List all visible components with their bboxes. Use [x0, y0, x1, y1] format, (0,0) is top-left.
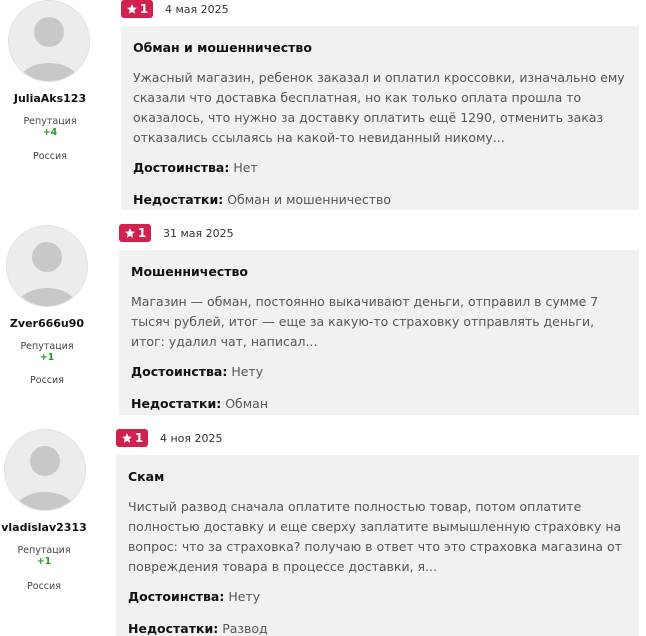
user-placeholder-icon — [7, 226, 87, 306]
avatar[interactable] — [6, 225, 88, 307]
review-card[interactable]: Мошенничество Магазин — обман, постоянно… — [119, 250, 639, 415]
review-cons: Недостатки: Обман и мошенничество — [133, 192, 391, 207]
rating-badge: 1 — [121, 0, 153, 18]
review-cons: Недостатки: Развод — [128, 621, 268, 636]
rating-badge: 1 — [116, 429, 148, 447]
rating-value: 1 — [134, 431, 144, 445]
cons-label: Недостатки: — [128, 621, 219, 636]
rating-value: 1 — [139, 2, 149, 16]
review-text: Магазин — обман, постоянно выкачивают де… — [131, 294, 599, 349]
user-placeholder-icon — [5, 430, 85, 510]
rating-badge: 1 — [119, 224, 151, 242]
reputation-value: +4 — [42, 127, 58, 138]
review-title[interactable]: Скам — [128, 469, 164, 484]
review-date: 31 мая 2025 — [163, 227, 234, 240]
cons-label: Недостатки: — [131, 396, 222, 411]
star-icon — [124, 228, 135, 238]
reputation-label: Репутация — [20, 341, 74, 352]
star-icon — [121, 433, 132, 443]
review-text: Ужасный магазин, ребенок заказал и оплат… — [133, 70, 625, 145]
username[interactable]: JuliaAks123 — [0, 92, 100, 105]
star-icon — [126, 4, 137, 14]
review-pros: Достоинства: Нет — [133, 160, 258, 175]
pros-label: Достоинства: — [131, 364, 228, 379]
reputation-label: Репутация — [17, 545, 71, 556]
pros-label: Достоинства: — [128, 589, 225, 604]
cons-value: Обман и мошенничество — [227, 192, 391, 207]
review-date: 4 ноя 2025 — [160, 432, 223, 445]
review-card[interactable]: Обман и мошенничество Ужасный магазин, р… — [121, 26, 639, 210]
user-placeholder-icon — [9, 1, 89, 81]
review-pros: Достоинства: Нету — [128, 589, 260, 604]
username[interactable]: Zver666u90 — [0, 317, 97, 330]
avatar[interactable] — [4, 429, 86, 511]
avatar[interactable] — [8, 0, 90, 82]
user-country: Россия — [27, 581, 61, 592]
pros-value: Нет — [233, 160, 258, 175]
user-country: Россия — [33, 151, 67, 162]
cons-label: Недостатки: — [133, 192, 224, 207]
review-title[interactable]: Обман и мошенничество — [133, 40, 312, 55]
pros-value: Нету — [231, 364, 264, 379]
reputation-value: +1 — [36, 556, 52, 567]
cons-value: Развод — [222, 621, 268, 636]
pros-label: Достоинства: — [133, 160, 230, 175]
username[interactable]: vladislav2313 — [0, 521, 94, 534]
review-text: Чистый развод сначала оплатите полностью… — [128, 499, 622, 574]
rating-value: 1 — [137, 226, 147, 240]
reputation-label: Репутация — [23, 116, 77, 127]
review-pros: Достоинства: Нету — [131, 364, 263, 379]
user-country: Россия — [30, 375, 64, 386]
pros-value: Нету — [228, 589, 261, 604]
cons-value: Обман — [225, 396, 268, 411]
review-cons: Недостатки: Обман — [131, 396, 268, 411]
review-date: 4 мая 2025 — [165, 3, 229, 16]
review-card[interactable]: Скам Чистый развод сначала оплатите полн… — [116, 455, 639, 636]
reputation-value: +1 — [39, 352, 55, 363]
review-title[interactable]: Мошенничество — [131, 264, 248, 279]
